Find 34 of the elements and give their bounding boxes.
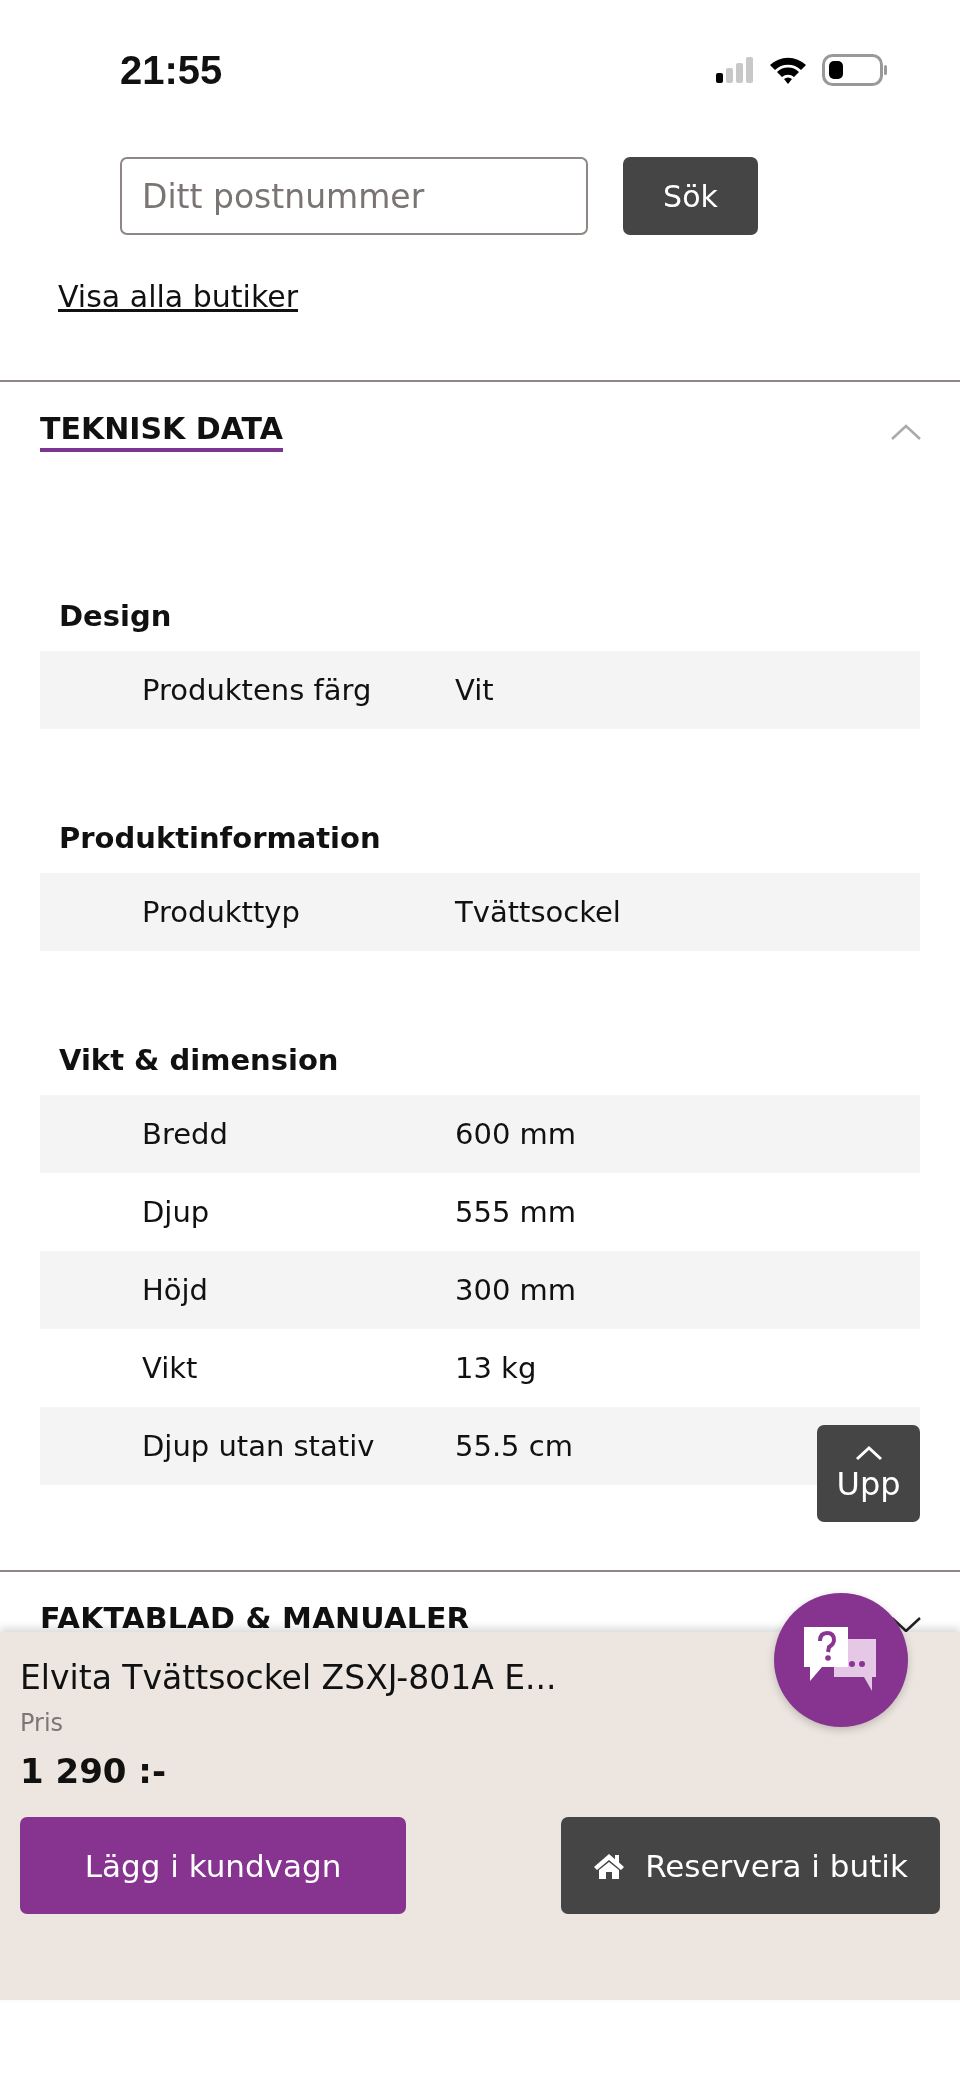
add-to-cart-button[interactable]: Lägg i kundvagn xyxy=(20,1817,406,1914)
scroll-to-top-button[interactable]: Upp xyxy=(817,1425,920,1522)
wifi-icon xyxy=(768,55,808,85)
price-label: Pris xyxy=(20,1709,65,1737)
reserve-button[interactable]: Reservera i butik xyxy=(561,1817,940,1914)
group-heading: Vikt & dimension xyxy=(58,1043,340,1079)
spec-value: 300 mm xyxy=(455,1273,577,1307)
group-heading: Design xyxy=(58,599,173,635)
spec-value: 55.5 cm xyxy=(455,1429,573,1463)
spec-value: 555 mm xyxy=(455,1195,577,1229)
spec-value: 13 kg xyxy=(455,1351,537,1385)
spec-value: Vit xyxy=(455,673,494,707)
spec-label: Produktens färg xyxy=(141,673,373,707)
product-name: Elvita Tvättsockel ZSXJ-801A E... xyxy=(20,1658,558,1697)
group-heading: Produktinformation xyxy=(58,821,382,857)
spec-label: Produkttyp xyxy=(141,895,301,929)
battery-icon xyxy=(822,54,888,86)
spec-label: Bredd xyxy=(141,1117,229,1151)
spec-label: Djup xyxy=(141,1195,211,1229)
spec-label: Höjd xyxy=(141,1273,209,1307)
search-button[interactable]: Sök xyxy=(623,157,758,235)
signal-icon xyxy=(716,57,754,83)
spec-value: Tvättsockel xyxy=(455,895,621,929)
chat-button[interactable] xyxy=(774,1593,908,1727)
house-icon xyxy=(593,1851,626,1880)
spec-value: 600 mm xyxy=(455,1117,577,1151)
spec-label: Vikt xyxy=(141,1351,199,1385)
spec-label: Djup utan stativ xyxy=(141,1429,376,1463)
postal-code-field[interactable]: Ditt postnummer xyxy=(120,157,588,235)
all-stores-link[interactable]: Visa alla butiker xyxy=(58,279,298,314)
price: 1 290 :- xyxy=(20,1751,167,1791)
section-title[interactable]: TEKNISK DATA xyxy=(40,412,283,452)
status-time: 21:55 xyxy=(120,47,223,93)
chevron-up-icon xyxy=(853,1444,884,1461)
